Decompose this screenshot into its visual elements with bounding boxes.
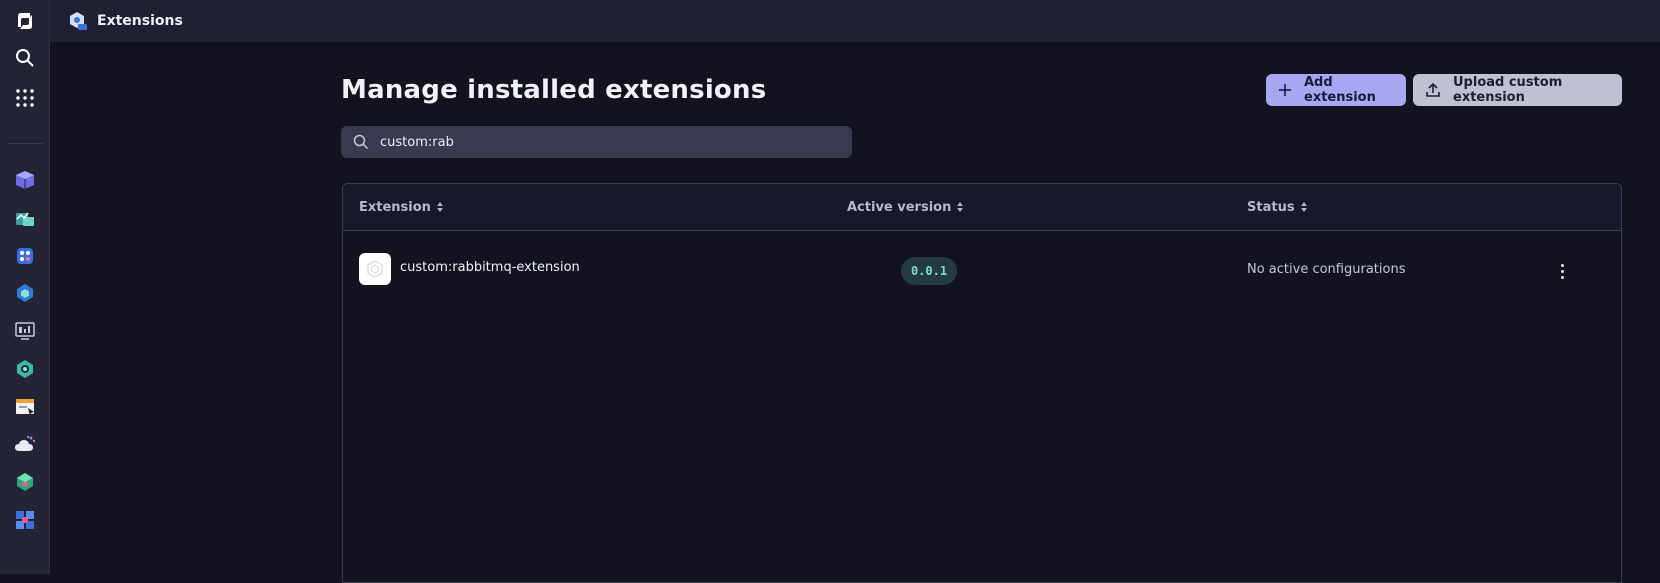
status-text: No active configurations xyxy=(1247,262,1406,277)
left-navigation-rail xyxy=(0,0,50,574)
apps-grid-icon[interactable] xyxy=(7,82,43,114)
table-header: Extension Active version Status xyxy=(343,184,1621,231)
sort-icon xyxy=(1300,202,1307,212)
hub-cube-icon[interactable] xyxy=(7,164,43,196)
workflows-icon[interactable] xyxy=(7,466,43,498)
infrastructure-icon[interactable] xyxy=(7,202,43,234)
sort-icon xyxy=(957,202,964,212)
more-actions-icon[interactable] xyxy=(1552,258,1572,284)
add-extension-button[interactable]: Add extension xyxy=(1266,74,1406,106)
upload-custom-extension-button[interactable]: Upload custom extension xyxy=(1413,74,1622,106)
upload-icon xyxy=(1425,82,1441,98)
extensions-table: Extension Active version Status custom:r… xyxy=(342,183,1622,583)
extensions-app-icon xyxy=(68,11,88,31)
app-title: Extensions xyxy=(97,13,183,29)
extension-logo-icon xyxy=(359,253,391,285)
search-box[interactable] xyxy=(341,126,852,158)
add-extension-label: Add extension xyxy=(1304,75,1376,105)
upload-custom-extension-label: Upload custom extension xyxy=(1453,75,1563,105)
column-header-label: Active version xyxy=(847,199,952,215)
sort-icon xyxy=(436,202,443,212)
top-bar: Extensions xyxy=(50,0,1660,42)
column-header-label: Status xyxy=(1247,199,1295,215)
notebooks-icon[interactable] xyxy=(7,391,43,423)
kubernetes-icon[interactable] xyxy=(7,240,43,272)
column-header-status[interactable]: Status xyxy=(1247,184,1307,230)
column-header-extension[interactable]: Extension xyxy=(359,184,443,230)
plus-icon xyxy=(1278,82,1292,98)
extension-name[interactable]: custom:rabbitmq-extension xyxy=(400,260,580,275)
rail-divider xyxy=(7,143,43,144)
page-title: Manage installed extensions xyxy=(341,75,767,105)
search-icon[interactable] xyxy=(7,42,43,74)
search-input[interactable] xyxy=(378,133,822,151)
table-row[interactable]: custom:rabbitmq-extension 0.0.1 No activ… xyxy=(343,231,1621,303)
cloud-icon[interactable] xyxy=(7,429,43,461)
search-icon xyxy=(353,134,369,150)
version-badge: 0.0.1 xyxy=(901,257,957,285)
dashboards-icon[interactable] xyxy=(7,315,43,347)
column-header-active-version[interactable]: Active version xyxy=(847,184,964,230)
dynatrace-logo-icon[interactable] xyxy=(7,5,43,37)
settings-tiles-icon[interactable] xyxy=(7,504,43,536)
extensions-icon[interactable] xyxy=(7,277,43,309)
services-icon[interactable] xyxy=(7,353,43,385)
column-header-label: Extension xyxy=(359,199,431,215)
